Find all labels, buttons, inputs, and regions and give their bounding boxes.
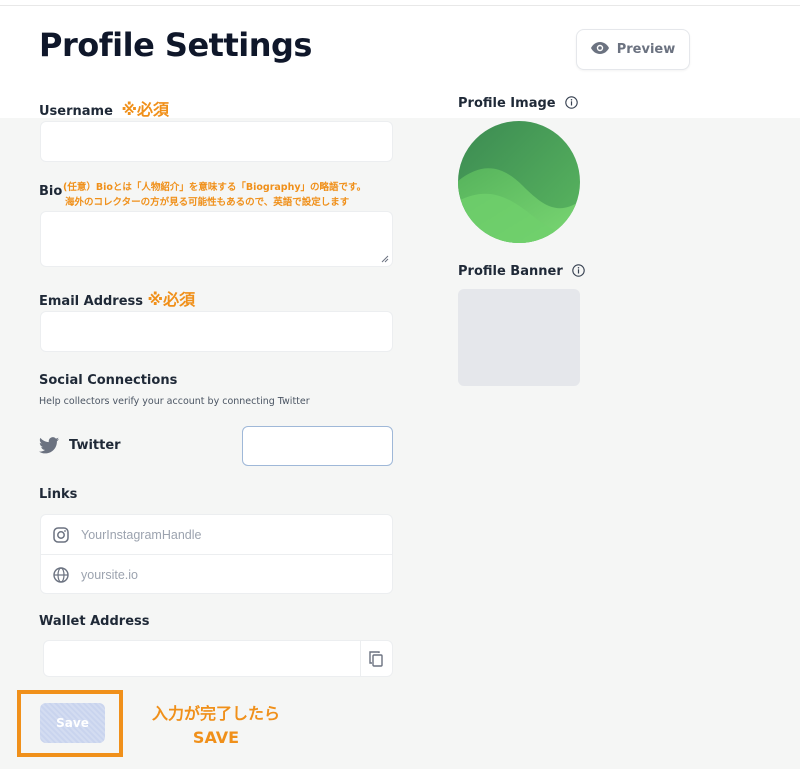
save-instruction-note: 入力が完了したら SAVE bbox=[136, 702, 296, 750]
info-icon[interactable] bbox=[572, 264, 586, 277]
instagram-icon bbox=[41, 527, 81, 543]
email-required-note: ※必須 bbox=[147, 290, 196, 309]
profile-banner-placeholder[interactable] bbox=[458, 289, 580, 386]
twitter-label: Twitter bbox=[69, 438, 121, 453]
bio-note-line1: (任意）Bioとは「人物紹介」を意味する「Biography」の略語です。 bbox=[63, 182, 367, 193]
username-input[interactable] bbox=[40, 121, 393, 162]
save-note-line2: SAVE bbox=[192, 728, 240, 747]
website-link-row[interactable]: yoursite.io bbox=[41, 555, 392, 595]
profile-banner-label: Profile Banner bbox=[458, 264, 563, 279]
page-title: Profile Settings bbox=[39, 26, 312, 64]
wallet-address-label: Wallet Address bbox=[39, 614, 150, 629]
website-input-placeholder[interactable]: yoursite.io bbox=[81, 568, 138, 582]
info-icon[interactable] bbox=[565, 96, 578, 109]
email-label: Email Address bbox=[39, 294, 144, 309]
bio-textarea[interactable] bbox=[40, 211, 393, 267]
profile-image-label-row: Profile Image bbox=[458, 96, 578, 111]
globe-icon bbox=[41, 567, 81, 583]
bio-label: Bio bbox=[39, 184, 63, 199]
bio-note: (任意）Bioとは「人物紹介」を意味する「Biography」の略語です。 海外… bbox=[63, 180, 366, 210]
social-connections-subtitle: Help collectors verify your account by c… bbox=[39, 396, 310, 407]
bio-note-line2: 海外のコレクターの方が見る可能性もあるので、英語で設定します bbox=[65, 197, 350, 208]
twitter-icon bbox=[39, 437, 59, 458]
username-required-note: ※必須 bbox=[121, 100, 170, 119]
save-note-line1: 入力が完了したら bbox=[151, 704, 280, 723]
save-button[interactable]: Save bbox=[40, 703, 105, 743]
email-input[interactable] bbox=[40, 311, 393, 352]
profile-banner-label-row: Profile Banner bbox=[458, 264, 586, 279]
eye-icon bbox=[590, 41, 609, 58]
preview-button[interactable]: Preview bbox=[576, 29, 690, 70]
twitter-connect-field[interactable] bbox=[242, 426, 393, 466]
resize-grip-icon[interactable] bbox=[381, 255, 389, 263]
preview-label: Preview bbox=[616, 42, 676, 57]
email-label-row: Email Address ※必須 bbox=[39, 286, 195, 310]
profile-image-avatar[interactable] bbox=[458, 121, 580, 243]
wallet-address-field[interactable] bbox=[43, 640, 393, 677]
wallet-divider bbox=[360, 641, 361, 676]
instagram-link-row[interactable]: YourInstagramHandle bbox=[41, 515, 392, 555]
links-title: Links bbox=[39, 487, 78, 502]
username-label-row: Username ※必須 bbox=[39, 96, 169, 120]
username-label: Username bbox=[39, 104, 113, 119]
social-connections-title: Social Connections bbox=[39, 373, 178, 388]
copy-icon[interactable] bbox=[369, 651, 383, 671]
profile-image-label: Profile Image bbox=[458, 96, 556, 111]
links-group: YourInstagramHandle yoursite.io bbox=[40, 514, 393, 594]
instagram-input-placeholder[interactable]: YourInstagramHandle bbox=[81, 528, 201, 542]
